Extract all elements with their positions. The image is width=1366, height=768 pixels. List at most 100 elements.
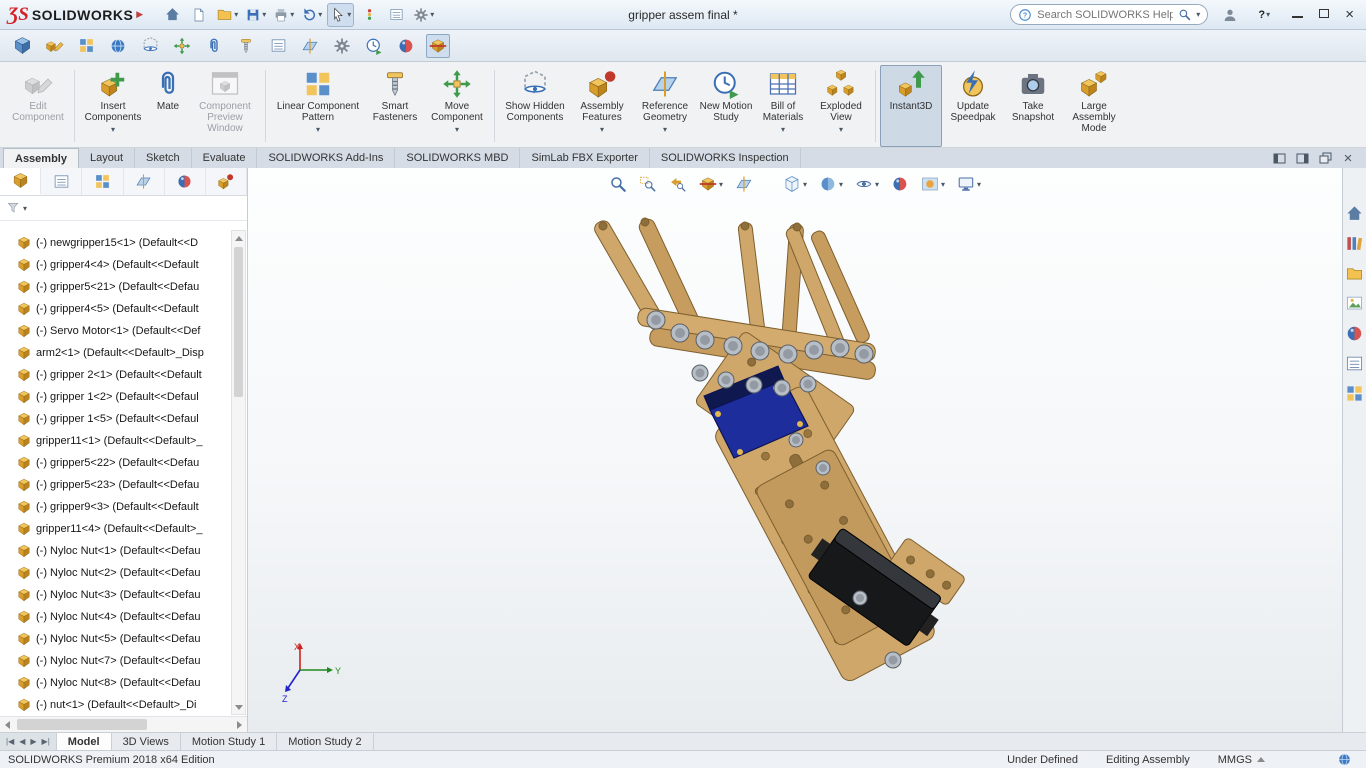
tab-evaluate[interactable]: Evaluate (192, 148, 258, 168)
tree-item[interactable]: (-) gripper4<4> (Default<<Default (0, 254, 231, 276)
properties-button[interactable] (384, 3, 408, 27)
prev-tab-button[interactable]: ◀ (19, 737, 25, 746)
custom-properties-icon[interactable] (1345, 354, 1364, 373)
home-button[interactable] (160, 3, 184, 27)
tree-item[interactable]: (-) Nyloc Nut<7> (Default<<Defau (0, 650, 231, 672)
solidworks-resources-icon[interactable] (1345, 204, 1364, 223)
tab-solidworks-inspection[interactable]: SOLIDWORKS Inspection (650, 148, 801, 168)
print-button[interactable]: ▾ (271, 3, 296, 27)
property-manager-tab[interactable] (41, 168, 83, 195)
assembly-features-button[interactable]: Assembly Features ▾ (571, 65, 633, 147)
tree-item[interactable]: arm2<1> (Default<<Default>_Disp (0, 342, 231, 364)
appearance-ball-icon[interactable] (394, 34, 418, 58)
pattern-grid-icon[interactable] (74, 34, 98, 58)
update-speedpak-button[interactable]: Update Speedpak (942, 65, 1004, 147)
new-motion-study-button[interactable]: New Motion Study (697, 65, 755, 147)
edit-part-icon[interactable] (42, 34, 66, 58)
close-button[interactable]: × (1345, 7, 1354, 22)
move-component-icon[interactable] (170, 34, 194, 58)
next-tab-button[interactable]: ▶ (30, 737, 36, 746)
tree-item[interactable]: (-) gripper5<22> (Default<<Defau (0, 452, 231, 474)
first-tab-button[interactable]: |◀ (6, 737, 14, 746)
bill-of-materials-button[interactable]: Bill of Materials ▾ (755, 65, 811, 147)
pane-left-icon[interactable] (1271, 151, 1287, 165)
large-assembly-mode-button[interactable]: Large Assembly Mode (1062, 65, 1126, 147)
tree-item[interactable]: (-) Nyloc Nut<5> (Default<<Defau (0, 628, 231, 650)
new-document-button[interactable] (187, 3, 211, 27)
design-library-icon[interactable] (1345, 234, 1364, 253)
globe-status-icon[interactable] (1337, 752, 1352, 767)
properties-list-icon[interactable] (266, 34, 290, 58)
tab-assembly[interactable]: Assembly (3, 148, 79, 168)
menu-expand-icon[interactable]: ▶ (136, 9, 143, 20)
tree-horizontal-scrollbar[interactable] (0, 716, 247, 732)
chevron-down-icon[interactable]: ▾ (23, 204, 27, 213)
exploded-view-button[interactable]: Exploded View ▾ (811, 65, 871, 147)
mate-button[interactable]: Mate (147, 65, 189, 147)
feature-manager-tab[interactable] (0, 168, 42, 195)
fastener-screw-icon[interactable] (234, 34, 258, 58)
tree-item[interactable]: (-) newgripper15<1> (Default<<D (0, 232, 231, 254)
tab-solidworks-mbd[interactable]: SOLIDWORKS MBD (395, 148, 521, 168)
tab-simlab-fbx-exporter[interactable]: SimLab FBX Exporter (520, 148, 650, 168)
gripper-assembly-model[interactable] (248, 168, 1342, 732)
tree-item[interactable]: (-) gripper5<21> (Default<<Defau (0, 276, 231, 298)
tree-item[interactable]: (-) Nyloc Nut<8> (Default<<Defau (0, 672, 231, 694)
appearances-icon[interactable] (1345, 324, 1364, 343)
tree-item[interactable]: (-) gripper5<23> (Default<<Defau (0, 474, 231, 496)
display-manager-tab[interactable] (165, 168, 206, 195)
addins-manager-tab[interactable] (206, 168, 247, 195)
show-hidden-components-button[interactable]: Show Hidden Components (499, 65, 571, 147)
close-document-icon[interactable]: × (1340, 151, 1356, 166)
view-palette-icon[interactable] (1345, 294, 1364, 313)
options-button[interactable]: ▾ (411, 3, 436, 27)
open-button[interactable]: ▾ (214, 3, 240, 27)
scroll-down-button[interactable] (232, 700, 245, 714)
hidden-component-icon[interactable] (138, 34, 162, 58)
help-search-box[interactable]: ▾ (1010, 4, 1209, 25)
reference-plane-icon[interactable] (298, 34, 322, 58)
last-tab-button[interactable]: ▶| (42, 737, 50, 746)
view-cube-icon[interactable] (10, 34, 34, 58)
tree-item[interactable]: (-) nut<1> (Default<<Default>_Di (0, 694, 231, 716)
mate-clip-icon[interactable] (202, 34, 226, 58)
linear-component-pattern-button[interactable]: Linear Component Pattern ▾ (270, 65, 366, 147)
tree-item[interactable]: gripper11<1> (Default<<Default>_ (0, 430, 231, 452)
scrollbar-thumb[interactable] (234, 247, 243, 397)
tree-item[interactable]: (-) Servo Motor<1> (Default<<Def (0, 320, 231, 342)
tree-item[interactable]: (-) Nyloc Nut<2> (Default<<Defau (0, 562, 231, 584)
restore-window-icon[interactable] (1317, 151, 1333, 165)
tree-item[interactable]: (-) gripper 1<5> (Default<<Defaul (0, 408, 231, 430)
tab-3d-views[interactable]: 3D Views (112, 733, 181, 750)
scroll-right-button[interactable] (232, 717, 247, 732)
dimxpert-manager-tab[interactable] (124, 168, 165, 195)
units-dropdown[interactable]: MMGS (1204, 754, 1279, 766)
options-gear-icon[interactable] (330, 34, 354, 58)
tree-item[interactable]: (-) gripper4<5> (Default<<Default (0, 298, 231, 320)
tree-item[interactable]: (-) Nyloc Nut<1> (Default<<Defau (0, 540, 231, 562)
tree-item[interactable]: gripper11<4> (Default<<Default>_ (0, 518, 231, 540)
tree-vertical-scrollbar[interactable] (231, 230, 246, 715)
move-component-button[interactable]: Move Component ▾ (424, 65, 490, 147)
scroll-up-button[interactable] (232, 231, 245, 245)
tree-item[interactable]: (-) gripper9<3> (Default<<Default (0, 496, 231, 518)
user-account-button[interactable] (1218, 3, 1242, 27)
scrollbar-thumb[interactable] (17, 719, 147, 730)
motion-clock-icon[interactable] (362, 34, 386, 58)
smart-fasteners-button[interactable]: Smart Fasteners (366, 65, 424, 147)
tree-item[interactable]: (-) Nyloc Nut<3> (Default<<Defau (0, 584, 231, 606)
tab-motion-study-1[interactable]: Motion Study 1 (181, 733, 278, 750)
pane-right-icon[interactable] (1294, 151, 1310, 165)
tab-motion-study-2[interactable]: Motion Study 2 (277, 733, 374, 750)
reference-geometry-button[interactable]: Reference Geometry ▾ (633, 65, 697, 147)
scroll-left-button[interactable] (0, 717, 15, 732)
tree-item[interactable]: (-) gripper 1<2> (Default<<Defaul (0, 386, 231, 408)
section-view-icon[interactable] (426, 33, 450, 58)
select-tool-button[interactable]: ▾ (327, 2, 355, 27)
tab-model[interactable]: Model (56, 733, 112, 750)
maximize-button[interactable] (1319, 8, 1330, 21)
document-manager-icon[interactable] (1345, 384, 1364, 403)
graphics-viewport[interactable]: ▾ ▾ ▾ ▾ ▾ ▾ X Y Z (248, 168, 1342, 732)
configuration-manager-tab[interactable] (82, 168, 124, 195)
stoplight-icon[interactable] (357, 3, 381, 27)
